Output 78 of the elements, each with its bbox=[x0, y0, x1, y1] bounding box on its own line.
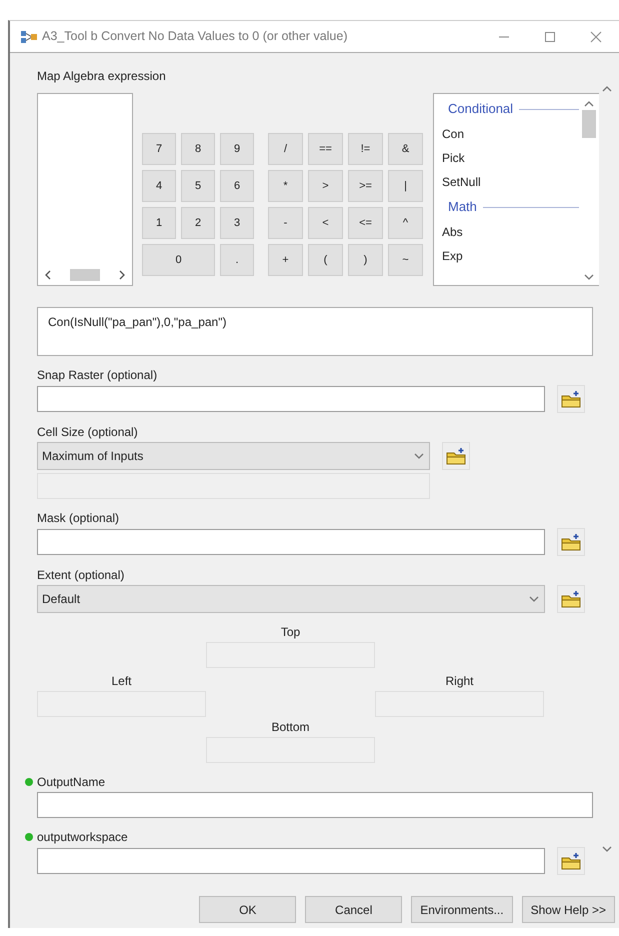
cancel-button[interactable]: Cancel bbox=[305, 896, 402, 923]
input-field[interactable] bbox=[37, 792, 593, 818]
input-field[interactable] bbox=[37, 386, 545, 412]
folder-icon bbox=[561, 390, 581, 408]
folder-icon bbox=[561, 852, 581, 870]
folder-icon bbox=[561, 533, 581, 551]
environments-button[interactable]: Environments... bbox=[411, 896, 513, 923]
tool-icon bbox=[20, 30, 38, 44]
calculator-key[interactable]: ( bbox=[308, 244, 343, 276]
calculator-key[interactable]: 6 bbox=[220, 170, 254, 202]
calculator-key[interactable]: - bbox=[268, 207, 303, 239]
calculator-key[interactable]: / bbox=[268, 133, 303, 165]
folder-icon bbox=[446, 447, 466, 465]
expression-field[interactable]: Con(IsNull("pa_pan"),0,"pa_pan") bbox=[37, 307, 593, 356]
close-icon bbox=[590, 30, 602, 42]
folder-icon bbox=[561, 590, 581, 608]
scroll-left-icon bbox=[44, 270, 52, 280]
field-label: outputworkspace bbox=[37, 830, 129, 844]
calculator-key[interactable]: >= bbox=[348, 170, 383, 202]
field-label: Left bbox=[110, 674, 132, 688]
calculator-key[interactable]: 9 bbox=[220, 133, 254, 165]
calculator-key[interactable]: . bbox=[220, 244, 254, 276]
calculator-key[interactable]: & bbox=[388, 133, 423, 165]
scroll-thumb[interactable] bbox=[70, 269, 100, 281]
calculator-key[interactable]: != bbox=[348, 133, 383, 165]
function-item[interactable]: Abs bbox=[442, 220, 579, 244]
calculator-key[interactable]: > bbox=[308, 170, 343, 202]
calculator-key[interactable]: 0 bbox=[142, 244, 215, 276]
field-label: Right bbox=[444, 674, 474, 688]
field-label: Bottom bbox=[270, 720, 310, 734]
calculator-key[interactable]: | bbox=[388, 170, 423, 202]
input-field[interactable] bbox=[37, 848, 545, 874]
calculator-key[interactable]: 1 bbox=[142, 207, 176, 239]
browse-button[interactable] bbox=[557, 585, 585, 613]
field-label: Snap Raster (optional) bbox=[37, 368, 158, 382]
calculator-key[interactable]: == bbox=[308, 133, 343, 165]
calculator-key[interactable]: 2 bbox=[181, 207, 215, 239]
browse-button[interactable] bbox=[557, 847, 585, 875]
calculator-key[interactable]: * bbox=[268, 170, 303, 202]
calculator-key[interactable]: 8 bbox=[181, 133, 215, 165]
layer-list[interactable] bbox=[37, 93, 133, 286]
function-item[interactable]: SetNull bbox=[442, 170, 579, 194]
function-item[interactable]: Pick bbox=[442, 146, 579, 170]
browse-button[interactable] bbox=[557, 528, 585, 556]
function-item[interactable]: Exp bbox=[442, 244, 579, 268]
scroll-right-icon bbox=[118, 270, 126, 280]
function-category: Conditional bbox=[442, 96, 579, 122]
field-label: Map Algebra expression bbox=[37, 69, 167, 83]
field-label: Top bbox=[280, 625, 302, 639]
browse-button[interactable] bbox=[557, 385, 585, 413]
function-item[interactable]: Con bbox=[442, 122, 579, 146]
dropdown[interactable]: Maximum of Inputs bbox=[37, 442, 430, 470]
calculator-key[interactable]: 5 bbox=[181, 170, 215, 202]
help-button[interactable]: Show Help >> bbox=[522, 896, 615, 923]
ok-button[interactable]: OK bbox=[199, 896, 296, 923]
scroll-thumb[interactable] bbox=[582, 110, 596, 138]
dropdown-value: Maximum of Inputs bbox=[42, 448, 144, 465]
calculator-key[interactable]: < bbox=[308, 207, 343, 239]
calculator-key[interactable]: <= bbox=[348, 207, 383, 239]
function-category: Math bbox=[442, 194, 579, 220]
field-label: Extent (optional) bbox=[37, 568, 126, 582]
dropdown-value: Default bbox=[42, 591, 80, 608]
calculator-key[interactable]: ^ bbox=[388, 207, 423, 239]
field-label: Cell Size (optional) bbox=[37, 425, 139, 439]
function-list[interactable]: Conditional Con Pick SetNull Math Abs Exp bbox=[433, 93, 600, 286]
calculator-key[interactable]: ) bbox=[348, 244, 383, 276]
input-field[interactable] bbox=[37, 529, 545, 555]
calculator-key[interactable]: 4 bbox=[142, 170, 176, 202]
window-title: A3_Tool b Convert No Data Values to 0 (or other value) bbox=[42, 28, 348, 46]
field-label: Mask (optional) bbox=[37, 511, 120, 525]
field-label: OutputName bbox=[37, 775, 106, 789]
calculator-key[interactable]: 3 bbox=[220, 207, 254, 239]
calculator-key[interactable]: 7 bbox=[142, 133, 176, 165]
calculator-key[interactable]: + bbox=[268, 244, 303, 276]
dropdown[interactable]: Default bbox=[37, 585, 545, 613]
maximize-icon bbox=[544, 30, 556, 42]
browse-button[interactable] bbox=[442, 442, 470, 470]
calculator-key[interactable]: ~ bbox=[388, 244, 423, 276]
